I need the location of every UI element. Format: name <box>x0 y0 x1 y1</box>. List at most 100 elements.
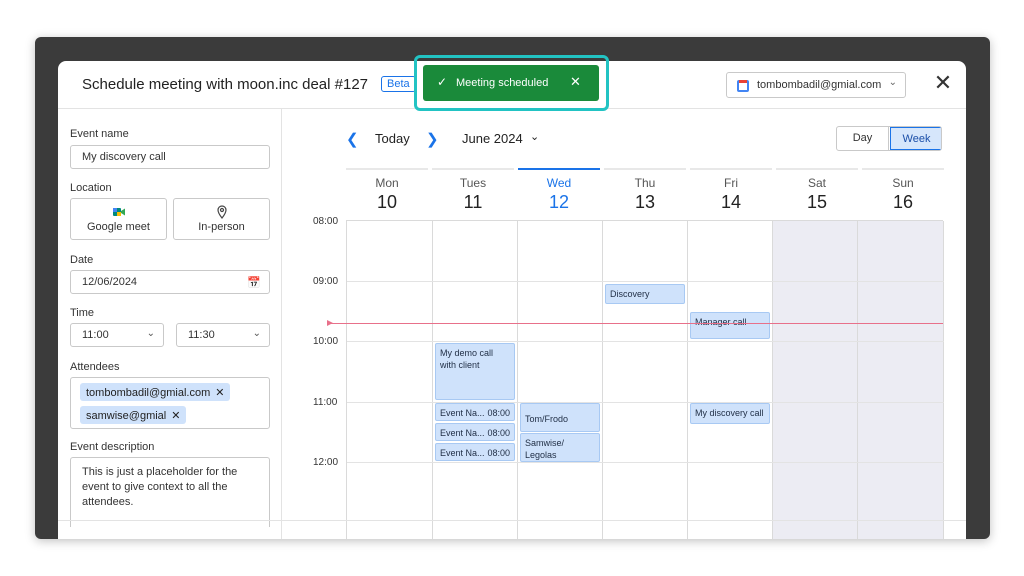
day-name: Sun <box>892 176 914 190</box>
toast-message: Meeting scheduled <box>456 77 549 89</box>
grid-divider <box>347 281 944 282</box>
event-title: Event Na... <box>440 428 485 438</box>
day-number: 11 <box>463 192 483 212</box>
time-label-1100: 11:00 <box>313 397 338 408</box>
end-time-value: 11:30 <box>188 329 215 341</box>
attendees-field[interactable]: tombombadil@gmial.com ✕ samwise@gmial ✕ <box>70 377 270 429</box>
view-toggle: Day Week <box>836 126 942 151</box>
day-name: Sat <box>807 176 826 190</box>
time-label-1000: 10:00 <box>313 336 339 347</box>
event-samwise-legolas[interactable]: Samwise/ Legolas <box>520 433 600 462</box>
day-number: 14 <box>720 192 742 212</box>
date-input[interactable]: 12/06/2024 📅 <box>70 270 270 294</box>
day-header-wed[interactable]: Wed 12 <box>518 168 600 218</box>
previous-week-icon[interactable]: ❮ <box>346 130 359 148</box>
time-label: Time <box>70 307 95 319</box>
description-textarea[interactable]: This is just a placeholder for the event… <box>70 457 270 527</box>
day-name: Tues <box>459 176 487 190</box>
chevron-down-icon: ⌄ <box>888 77 897 88</box>
start-time-value: 11:00 <box>82 329 109 341</box>
time-label-1200: 12:00 <box>313 457 339 468</box>
chevron-down-icon[interactable]: ⌄ <box>530 130 539 143</box>
google-meet-label: Google meet <box>87 221 150 233</box>
event-item[interactable]: Event Na... 08:00 <box>435 423 515 441</box>
grid-divider <box>432 221 433 539</box>
day-header-fri[interactable]: Fri 14 <box>690 168 772 218</box>
beta-badge: Beta <box>381 76 416 92</box>
close-icon[interactable]: ✕ <box>932 72 954 94</box>
day-header-tue[interactable]: Tues 11 <box>432 168 514 218</box>
toast-close-icon[interactable]: ✕ <box>570 74 581 90</box>
attendees-label: Attendees <box>70 361 120 373</box>
in-person-label: In-person <box>198 221 245 233</box>
description-label: Event description <box>70 441 155 453</box>
schedule-meeting-dialog: Schedule meeting with moon.inc deal #127… <box>58 61 966 539</box>
event-my-discovery-call[interactable]: My discovery call <box>690 403 770 424</box>
event-manager-call[interactable]: Manager call <box>690 312 770 339</box>
event-time: 08:00 <box>487 448 510 458</box>
remove-icon[interactable]: ✕ <box>171 410 180 422</box>
grid-divider <box>347 462 944 463</box>
chevron-down-icon: ⌄ <box>146 328 155 339</box>
day-header-sat[interactable]: Sat 15 <box>776 168 858 218</box>
account-select[interactable]: tombombadil@gmial.com ⌄ <box>726 72 906 98</box>
attendee-chip[interactable]: samwise@gmial ✕ <box>80 406 187 424</box>
month-select[interactable]: June 2024 <box>462 131 523 146</box>
google-meet-button[interactable]: Google meet <box>70 198 167 240</box>
remove-icon[interactable]: ✕ <box>215 387 224 399</box>
attendee-email: samwise@gmial <box>86 410 167 422</box>
day-number: 13 <box>634 192 656 212</box>
grid-divider <box>943 221 944 539</box>
day-name: Thu <box>634 176 656 190</box>
event-name-label: Event name <box>70 128 129 140</box>
event-name-input[interactable]: My discovery call <box>70 145 270 169</box>
screen: Schedule meeting with moon.inc deal #127… <box>0 0 1024 576</box>
day-header-mon[interactable]: Mon 10 <box>346 168 428 218</box>
event-discovery[interactable]: Discovery <box>605 284 685 304</box>
attendee-chip[interactable]: tombombadil@gmial.com ✕ <box>80 383 231 401</box>
day-number: 10 <box>376 192 398 212</box>
calendar-icon[interactable]: 📅 <box>247 276 261 289</box>
event-title: Event Na... <box>440 448 485 458</box>
today-button[interactable]: Today <box>375 131 410 146</box>
account-email: tombombadil@gmial.com <box>757 79 882 91</box>
event-item[interactable]: Event Na... 08:00 <box>435 443 515 461</box>
location-pin-icon <box>216 205 227 219</box>
grid-divider <box>857 221 858 539</box>
event-tom-frodo[interactable]: Tom/Frodo <box>520 403 600 432</box>
dialog-title: Schedule meeting with moon.inc deal #127 <box>82 76 369 93</box>
event-form: Event name My discovery call Location Go… <box>58 109 282 539</box>
in-person-button[interactable]: In-person <box>173 198 270 240</box>
grid-divider <box>347 341 944 342</box>
date-label: Date <box>70 254 94 266</box>
day-header-thu[interactable]: Thu 13 <box>604 168 686 218</box>
check-icon: ✓ <box>437 75 448 89</box>
current-time-line <box>330 323 943 324</box>
grid-divider <box>517 221 518 539</box>
day-header-sun[interactable]: Sun 16 <box>862 168 944 218</box>
weekend-shading <box>772 221 944 539</box>
day-name: Fri <box>724 176 738 190</box>
day-name: Wed <box>546 176 572 190</box>
day-view-button[interactable]: Day <box>837 127 889 150</box>
google-meet-icon <box>112 208 125 216</box>
day-number: 12 <box>548 192 570 212</box>
attendee-email: tombombadil@gmial.com <box>86 387 211 399</box>
start-time-select[interactable]: 11:00 ⌄ <box>70 323 164 347</box>
event-title: Event Na... <box>440 408 485 418</box>
chevron-down-icon: ⌄ <box>252 328 261 339</box>
time-label-0800: 08:00 <box>313 216 339 227</box>
end-time-select[interactable]: 11:30 ⌄ <box>176 323 270 347</box>
google-calendar-icon <box>737 80 749 92</box>
day-number: 16 <box>892 192 914 212</box>
grid-divider <box>772 221 773 539</box>
day-name: Mon <box>375 176 399 190</box>
next-week-icon[interactable]: ❯ <box>426 130 439 148</box>
week-view-button[interactable]: Week <box>890 127 941 150</box>
event-item[interactable]: Event Na... 08:00 <box>435 403 515 421</box>
grid-divider <box>687 221 688 539</box>
calendar-panel: ❮ Today ❯ June 2024 ⌄ Day Week Mon 10 Tu… <box>283 109 966 539</box>
week-grid[interactable]: Discovery Manager call My demo call with… <box>346 220 944 539</box>
day-number: 15 <box>806 192 828 212</box>
event-demo-call[interactable]: My demo call with client <box>435 343 515 400</box>
